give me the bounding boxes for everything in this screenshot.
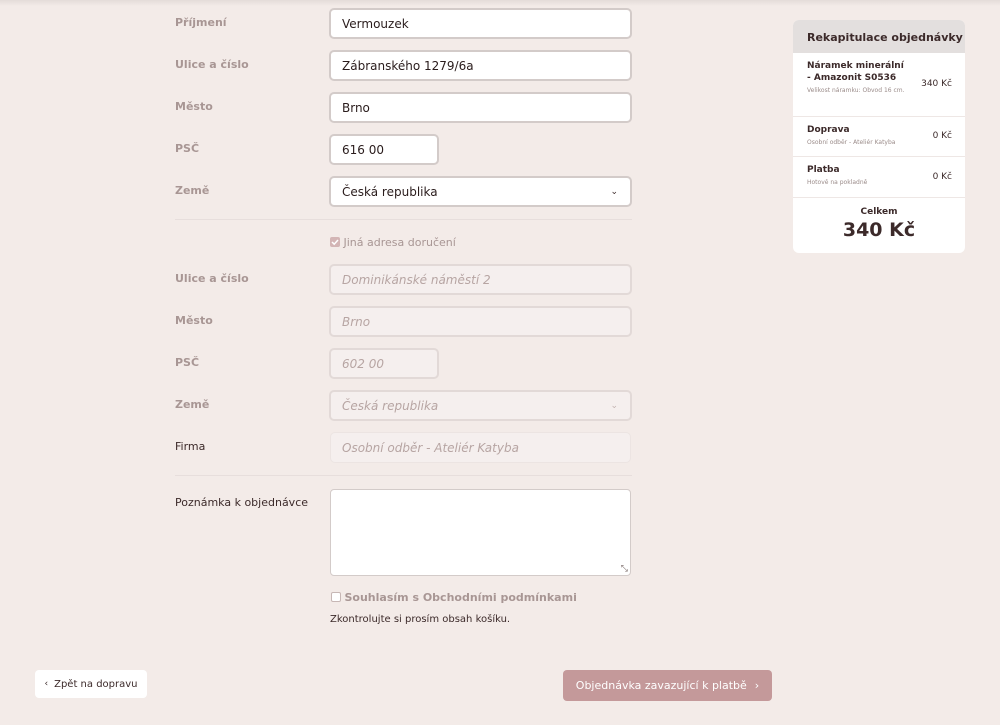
checkbox-checked-icon [330,237,340,247]
delivery-street-input[interactable]: Dominikánské náměstí 2 [329,264,632,295]
street-label: Ulice a číslo [175,58,249,71]
shipping-detail: Osobní odběr - Ateliér Katyba [807,139,896,146]
divider [175,475,632,476]
delivery-country-label: Země [175,398,210,411]
delivery-country-select[interactable]: Česká republika ⌄ [329,390,632,421]
summary-payment: Platba Hotově na pokladně 0 Kč [793,157,965,198]
top-shadow [0,0,1000,6]
summary-total: Celkem 340 Kč [793,198,965,241]
payment-detail: Hotově na pokladně [807,179,868,186]
zip-label: PSČ [175,142,200,155]
summary-product: Náramek minerální - Amazonit S0536 Velik… [793,53,965,117]
product-detail: Velikost náramku: Obvod 16 cm. [807,87,905,94]
delivery-street-label: Ulice a číslo [175,272,249,285]
total-value: 340 Kč [842,219,916,241]
delivery-zip-input[interactable]: 602 00 [329,348,439,379]
terms-link[interactable]: Obchodními podmínkami [423,591,577,604]
delivery-city-input[interactable]: Brno [329,306,632,337]
place-order-button[interactable]: Objednávka zavazující k platbě › [563,670,772,701]
total-label: Celkem [860,207,898,217]
other-address-label: Jiná adresa doručení [343,236,456,249]
chevron-right-icon: › [754,679,760,692]
delivery-company-input[interactable]: Osobní odběr - Ateliér Katyba [330,432,631,463]
shipping-price: 0 Kč [932,131,952,141]
order-summary: Rekapitulace objednávky Náramek mineráln… [793,20,965,253]
zip-input[interactable]: 616 00 [329,134,439,165]
note-textarea[interactable]: ⤡ [330,489,631,576]
delivery-zip-label: PSČ [175,356,200,369]
chevron-down-icon: ⌄ [610,401,618,411]
cart-warning: Zkontrolujte si prosím obsah košíku. [330,614,511,625]
payment-price: 0 Kč [932,172,952,182]
product-name: Náramek minerální - Amazonit S0536 [807,61,904,83]
city-label: Město [175,100,213,113]
payment-name: Platba [807,165,840,175]
country-label: Země [175,184,210,197]
terms-checkbox[interactable]: Souhlasím s Obchodními podmínkami [331,591,577,604]
terms-prefix: Souhlasím s [344,591,423,604]
chevron-left-icon: ‹ [44,679,49,689]
checkbox-unchecked-icon [331,592,341,602]
product-price: 340 Kč [921,79,952,89]
street-input[interactable]: Zábranského 1279/6a [329,50,632,81]
back-to-shipping-button[interactable]: ‹ Zpět na dopravu [35,670,147,698]
chevron-down-icon: ⌄ [610,187,618,197]
surname-input[interactable]: Vermouzek [329,8,632,39]
summary-shipping: Doprava Osobní odběr - Ateliér Katyba 0 … [793,117,965,157]
divider [175,219,632,220]
summary-title: Rekapitulace objednávky [793,20,965,53]
surname-label: Příjmení [175,16,227,29]
delivery-company-label: Firma [175,440,206,453]
resize-grip-icon[interactable]: ⤡ [621,564,628,574]
country-select[interactable]: Česká republika ⌄ [329,176,632,207]
other-address-checkbox[interactable]: Jiná adresa doručení [330,236,456,249]
city-input[interactable]: Brno [329,92,632,123]
delivery-city-label: Město [175,314,213,327]
shipping-name: Doprava [807,125,850,135]
note-label: Poznámka k objednávce [175,496,309,509]
